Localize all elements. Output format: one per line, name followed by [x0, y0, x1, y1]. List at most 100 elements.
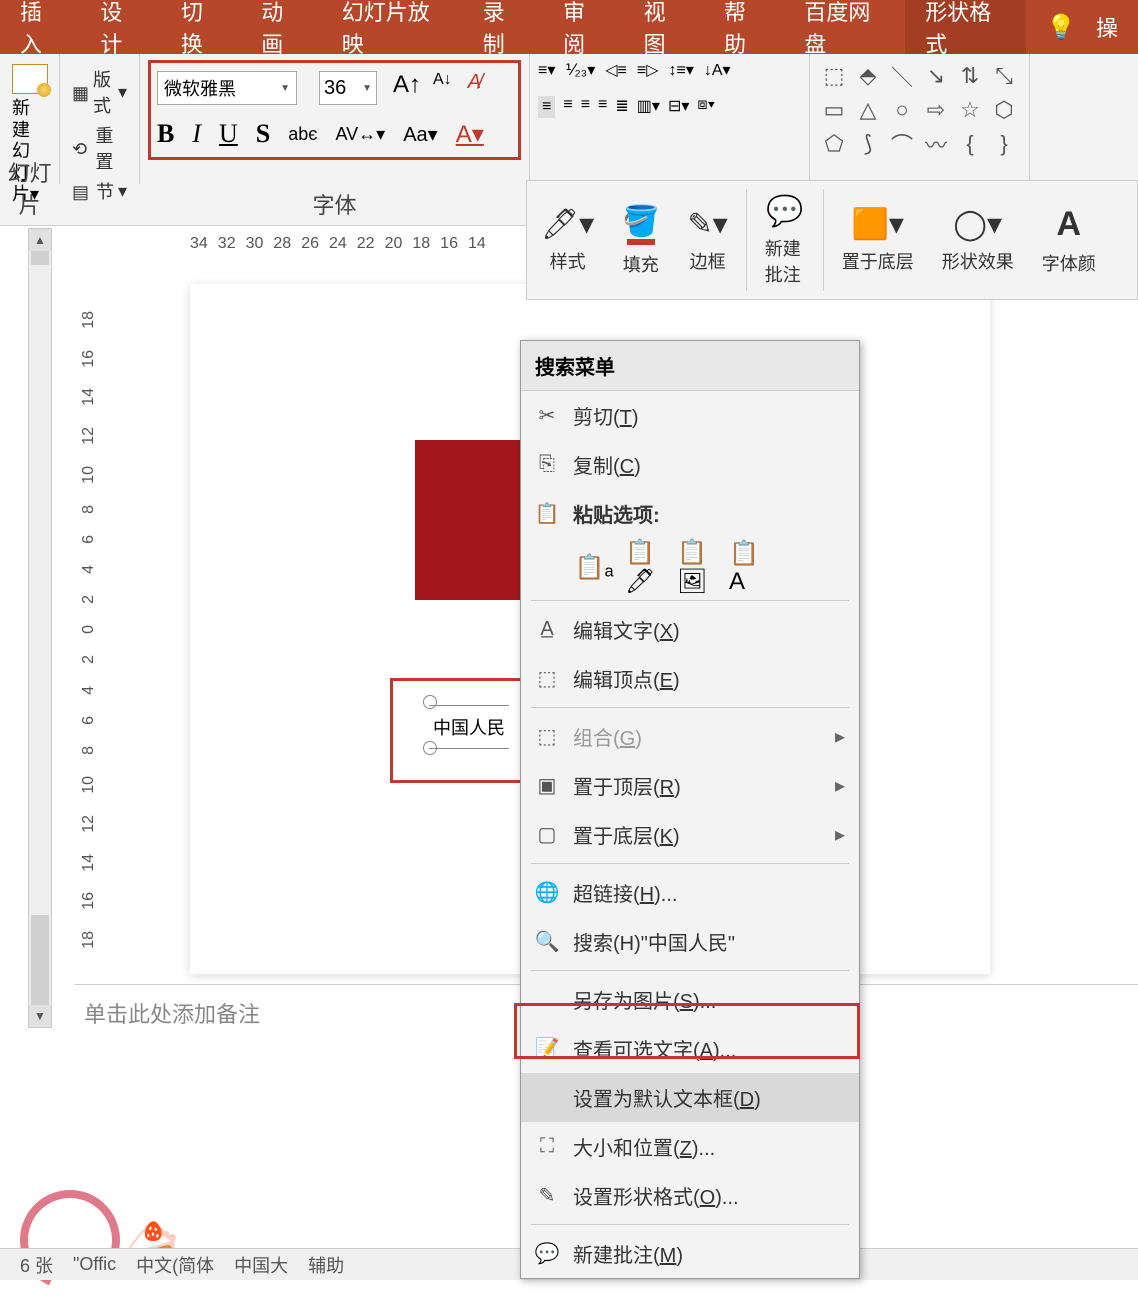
scroll-thumb[interactable] — [31, 251, 49, 265]
menu-save-as-pic[interactable]: 另存为图片(S)... — [521, 975, 859, 1024]
align-text-button[interactable]: ⊟▾ — [668, 96, 689, 118]
menu-search[interactable]: 搜索菜单 — [521, 341, 859, 391]
fill-icon: 🪣 — [622, 204, 659, 239]
tab-slideshow[interactable]: 幻灯片放映 — [322, 0, 463, 54]
tab-design[interactable]: 设计 — [80, 0, 160, 54]
menu-size-position[interactable]: ⛶ 大小和位置(Z)... — [521, 1122, 859, 1171]
underline-button[interactable]: U — [219, 119, 238, 149]
menu-search-text[interactable]: 🔍 搜索(H)"中国人民" — [521, 917, 859, 966]
rect-icon[interactable]: ▭ — [818, 94, 850, 126]
line-icon[interactable]: ＼ — [886, 60, 918, 92]
border-button[interactable]: ✎▾ 边框 — [674, 181, 742, 299]
grow-font-button[interactable]: A↑ — [393, 71, 421, 105]
arrow-line-icon[interactable]: ↘ — [920, 60, 952, 92]
tab-review[interactable]: 审阅 — [543, 0, 623, 54]
align-justify-button[interactable]: ≡ — [598, 96, 607, 118]
red-rectangle-shape[interactable] — [415, 440, 525, 600]
align-right-button[interactable]: ≡ — [581, 96, 590, 118]
paste-picture-icon[interactable]: 📋🖼 — [677, 546, 719, 588]
font-name-select[interactable]: 微软雅黑▼ — [157, 71, 297, 105]
tab-insert[interactable]: 插入 — [0, 0, 80, 54]
tab-animation[interactable]: 动画 — [241, 0, 321, 54]
strike-button[interactable]: S — [256, 119, 270, 149]
scroll-up-icon[interactable]: ▲ — [29, 229, 51, 251]
section-button[interactable]: ▤ 节▾ — [68, 176, 131, 206]
textbox-shape-icon[interactable]: ⬚ — [818, 60, 850, 92]
distribute-button[interactable]: ≣ — [615, 96, 628, 118]
columns-button[interactable]: ▥▾ — [637, 96, 660, 118]
align-left-button[interactable]: ≡ — [538, 96, 555, 118]
tab-baidu[interactable]: 百度网盘 — [784, 0, 905, 54]
smartart-button[interactable]: ⧈▾ — [697, 96, 715, 118]
layout-icon: ▦ — [72, 83, 89, 101]
text-direction-button[interactable]: ↓A▾ — [704, 60, 731, 80]
cut-icon: ✂ — [535, 404, 559, 428]
menu-format-shape[interactable]: ✎ 设置形状格式(O)... — [521, 1171, 859, 1220]
tab-shape-format[interactable]: 形状格式 — [905, 0, 1026, 54]
reset-button[interactable]: ⟲ 重置 — [68, 120, 131, 176]
change-case-button[interactable]: Aa▾ — [403, 122, 438, 147]
edit-shape-icon[interactable]: ⬘ — [852, 60, 884, 92]
wave-icon[interactable]: 〰 — [920, 128, 952, 160]
arc-icon[interactable]: ⌒ — [886, 128, 918, 160]
menu-copy[interactable]: ⎘ 复制(C) — [521, 440, 859, 489]
menu-edit-points[interactable]: ⬚ 编辑顶点(E) — [521, 654, 859, 703]
menu-set-default-textbox[interactable]: 设置为默认文本框(D) — [521, 1073, 859, 1122]
shrink-font-button[interactable]: A↓ — [433, 71, 452, 105]
layout-button[interactable]: ▦ 版式▾ — [68, 64, 131, 120]
menu-new-comment[interactable]: 💬 新建批注(M) — [521, 1229, 859, 1278]
tab-view[interactable]: 视图 — [624, 0, 704, 54]
menu-bring-front[interactable]: ▣ 置于顶层(R) ▸ — [521, 761, 859, 810]
align-center-button[interactable]: ≡ — [563, 96, 572, 118]
indent-inc-button[interactable]: ≡▷ — [637, 60, 659, 80]
clear-format-button[interactable]: A̸ — [468, 71, 481, 105]
connector-icon[interactable]: ⤡ — [988, 60, 1020, 92]
shape-effect-icon: ◯▾ — [953, 207, 1002, 242]
style-button[interactable]: 🖊▾ 样式 — [527, 181, 608, 299]
paste-merge-icon[interactable]: 📋🖊 — [625, 546, 667, 588]
tab-record[interactable]: 录制 — [463, 0, 543, 54]
fill-button[interactable]: 🪣 填充 — [608, 181, 673, 299]
line-spacing-button[interactable]: ↕≡▾ — [669, 60, 694, 80]
bullets-button[interactable]: ≡▾ — [538, 60, 555, 80]
menu-cut[interactable]: ✂ 剪切(T) — [521, 391, 859, 440]
scroll-down-icon[interactable]: ▼ — [29, 1005, 51, 1027]
paste-text-icon[interactable]: 📋A — [729, 546, 771, 588]
tab-help[interactable]: 帮助 — [704, 0, 784, 54]
char-spacing-button[interactable]: AV↔▾ — [335, 124, 385, 145]
star-icon[interactable]: ☆ — [954, 94, 986, 126]
arrow-shape-icon[interactable]: ⇨ — [920, 94, 952, 126]
tell-me-icon[interactable]: 💡 — [1026, 0, 1096, 54]
text-box[interactable]: 中国人民 — [429, 705, 509, 749]
strikethrough-button[interactable]: abє — [288, 124, 317, 145]
group-icon: ⬚ — [535, 725, 559, 749]
numbering-button[interactable]: ⅟₂₃▾ — [565, 60, 595, 80]
curve-icon[interactable]: ⟆ — [852, 128, 884, 160]
paste-keep-source-icon[interactable]: 📋ₐ — [573, 546, 615, 588]
send-back-button[interactable]: 🟧▾ 置于底层 — [828, 181, 928, 299]
font-size-select[interactable]: 36▼ — [319, 71, 377, 105]
bold-button[interactable]: B — [157, 119, 174, 149]
slides-group: 新建幻灯片▾ 幻灯片 — [0, 54, 60, 184]
shape-effect-button[interactable]: ◯▾ 形状效果 — [928, 181, 1028, 299]
font-color-button2[interactable]: A 字体颜 — [1028, 181, 1110, 299]
brace-l-icon[interactable]: { — [954, 128, 986, 160]
menu-edit-text[interactable]: A̲ 编辑文字(X) — [521, 605, 859, 654]
tab-transition[interactable]: 切换 — [161, 0, 241, 54]
tab-more[interactable]: 操 — [1096, 0, 1138, 54]
brace-r-icon[interactable]: } — [988, 128, 1020, 160]
menu-hyperlink[interactable]: 🌐 超链接(H)... — [521, 868, 859, 917]
pentagon-icon[interactable]: ⬠ — [818, 128, 850, 160]
double-line-icon[interactable]: ⇅ — [954, 60, 986, 92]
indent-dec-button[interactable]: ◁≡ — [605, 60, 627, 80]
menu-send-back[interactable]: ▢ 置于底层(K) ▸ — [521, 810, 859, 859]
hex-icon[interactable]: ⬡ — [988, 94, 1020, 126]
thumbnail-scrollbar[interactable]: ▲ ▼ — [28, 228, 52, 1028]
new-comment-button[interactable]: 💬 新建批注 — [751, 181, 819, 299]
scroll-thumb-bottom[interactable] — [31, 915, 49, 1005]
triangle-icon[interactable]: △ — [852, 94, 884, 126]
italic-button[interactable]: I — [192, 119, 201, 149]
circle-icon[interactable]: ○ — [886, 94, 918, 126]
menu-alt-text[interactable]: 📝 查看可选文字(A)... — [521, 1024, 859, 1073]
font-color-button[interactable]: A▾ — [456, 120, 484, 149]
